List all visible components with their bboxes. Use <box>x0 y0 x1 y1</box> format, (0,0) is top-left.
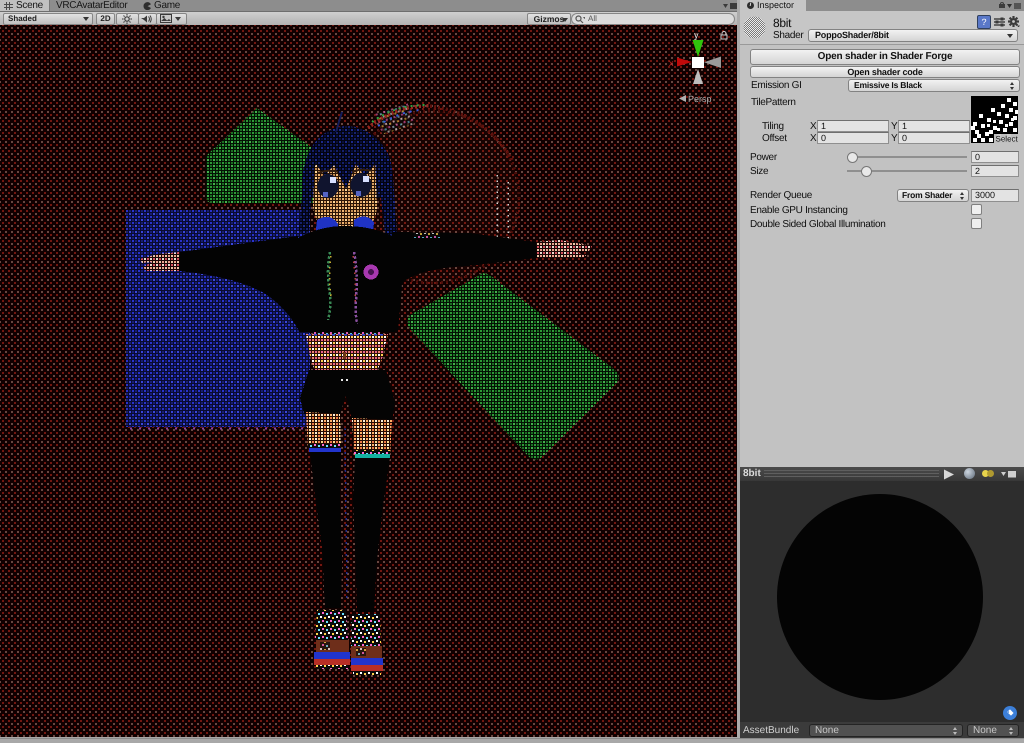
svg-text:y: y <box>694 30 699 40</box>
svg-text:Select: Select <box>996 135 1019 144</box>
svg-text:Persp: Persp <box>688 94 712 104</box>
svg-text:x: x <box>669 58 674 68</box>
